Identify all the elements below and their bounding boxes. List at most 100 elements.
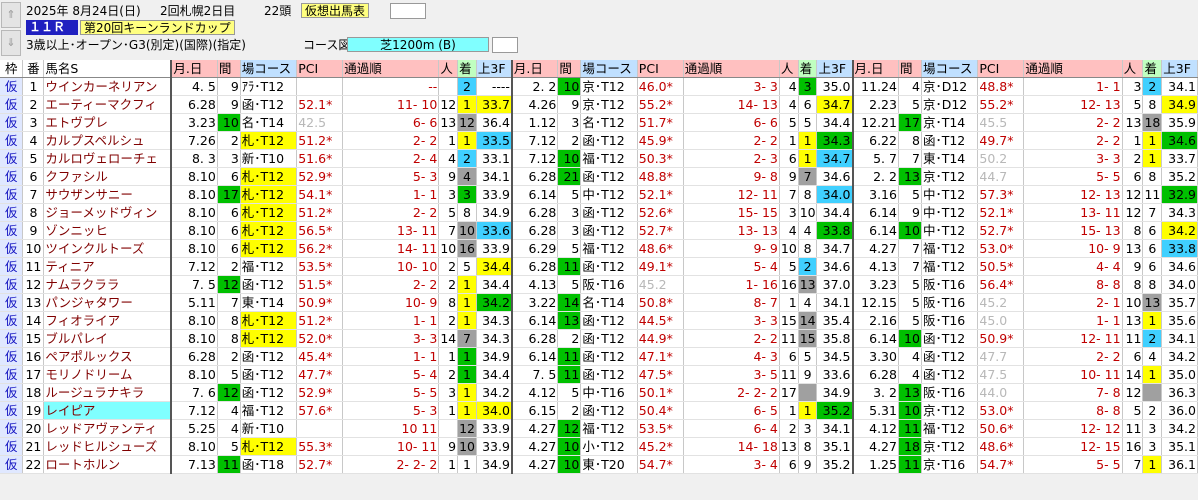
race-course: 小･T12 [580, 437, 638, 456]
table-row[interactable]: 仮 6 クファシル 8.10 6 札･T12 52.9* 5- 3 9 4 34.1 6.28 21 函･… [0, 167, 1198, 186]
pci-value: 45.0 [979, 313, 1008, 328]
horse-name[interactable]: ティニア [43, 257, 172, 276]
race-last3f: 35.2 [816, 455, 853, 474]
table-row[interactable]: 仮 22 ロートホルン 7.13 11 函･T18 52.7* 2- 2- 2 1 1 34.9 4.… [0, 455, 1198, 474]
up-arrow-icon[interactable]: ⇑ [1, 2, 21, 28]
race-ninki: 13 [1122, 239, 1144, 258]
horse-name[interactable]: レッドヒルシューズ [43, 437, 172, 456]
race-course: 名･T14 [580, 293, 638, 312]
pci-value: 50.3 [638, 151, 667, 166]
race-finish: 6 [1142, 239, 1163, 258]
race-last3f: 34.0 [1161, 275, 1198, 294]
race-pci: 51.7* [637, 113, 684, 132]
table-row[interactable]: 仮 20 レッドアヴァンティ 5.25 4 新･T10 10 11 12 33.9 4.27 12 福… [0, 419, 1198, 438]
course-map-label[interactable]: コース図 [303, 38, 350, 52]
race-finish: 4 [1142, 347, 1163, 366]
horse-name[interactable]: モリノドリーム [43, 365, 172, 384]
race-passing: 2- 2 [342, 203, 440, 222]
race-finish: 8 [798, 437, 818, 456]
race-last3f: 34.7 [816, 149, 853, 168]
table-row[interactable]: 仮 3 エトヴプレ 3.23 10 名･T14 42.5 6- 6 13 12 36.4 1.12 3 名… [0, 113, 1198, 132]
horse-name[interactable]: ツインクルトーズ [43, 239, 172, 258]
race-course: 函･T12 [240, 95, 298, 114]
horse-name[interactable]: カルプスペルシュ [43, 131, 172, 150]
table-row[interactable]: 仮 13 パンジャタワー 5.11 7 東･T14 50.9* 10- 9 8 1 34.2 3.22… [0, 293, 1198, 312]
race-pci: 57.6* [296, 401, 344, 420]
table-row[interactable]: 仮 15 ブルパレイ 8.10 8 札･T12 52.0* 3- 3 14 7 34.3 6.28 2 函… [0, 329, 1198, 348]
race-finish: 5 [798, 113, 818, 132]
race-course: 東･T14 [240, 293, 298, 312]
race-ninki: 8 [438, 293, 459, 312]
pci-value: 54.7 [979, 457, 1008, 472]
horse-name[interactable]: ナムラクララ [43, 275, 172, 294]
race-pci: 56.4* [977, 275, 1025, 294]
down-arrow-icon[interactable]: ⇓ [1, 30, 21, 56]
table-row[interactable]: 仮 17 モリノドリーム 8.10 5 函･T12 47.7* 5- 4 2 1 34.4 7. 51… [0, 365, 1198, 384]
table-row[interactable]: 仮 21 レッドヒルシューズ 8.10 5 札･T12 55.3* 10- 11 9 10 33.9… [0, 437, 1198, 456]
race-last3f: 35.8 [816, 329, 853, 348]
race-finish: 9 [798, 365, 818, 384]
horse-name[interactable]: カルロヴェローチェ [43, 149, 172, 168]
race-last3f: 34.3 [476, 311, 513, 330]
race-ninki: 9 [438, 437, 459, 456]
table-row[interactable]: 仮 14 フィオライア 8.10 8 札･T12 51.2* 1- 1 2 1 34.3 6.14 13… [0, 311, 1198, 330]
horse-name[interactable]: サウザンサニー [43, 185, 172, 204]
table-row[interactable]: 仮 8 ジョーメッドヴィン 8.10 6 札･T12 51.2* 2- 2 5 8 34.9 6.28… [0, 203, 1198, 222]
horse-name[interactable]: ブルパレイ [43, 329, 172, 348]
table-row[interactable]: 仮 9 ゾンニッヒ 8.10 6 札･T12 56.5* 13- 11 7 10 33.6 6.28 3… [0, 221, 1198, 240]
horse-name[interactable]: エトヴプレ [43, 113, 172, 132]
pci-value: 51.7 [638, 115, 667, 130]
race-pci: 45.2* [637, 437, 684, 456]
horse-name[interactable]: レッドアヴァンティ [43, 419, 172, 438]
race-ninki: 13 [438, 113, 459, 132]
table-row[interactable]: 仮 10 ツインクルトーズ 8.10 6 札･T12 56.2* 14- 11 10 16 33.9… [0, 239, 1198, 258]
horse-name[interactable]: クファシル [43, 167, 172, 186]
race-course: 札･T12 [240, 203, 298, 222]
race-ninki: 10 [779, 239, 799, 258]
horse-number: 16 [22, 347, 45, 366]
table-row[interactable]: 仮 16 ペアポルックス 6.28 2 函･T12 45.4* 1- 1 1 1 34.9 6.14 1… [0, 347, 1198, 366]
waku-cell: 仮 [0, 329, 24, 348]
horse-name[interactable]: パンジャタワー [43, 293, 172, 312]
race-finish: 1 [1142, 149, 1163, 168]
race-date: 6.14 [510, 185, 559, 204]
race-passing: 10- 9 [342, 293, 440, 312]
race-finish: 1 [457, 383, 477, 402]
race-date: 6.14 [510, 311, 559, 330]
race-finish: 1 [1142, 311, 1163, 330]
pci-value: 47.7 [979, 349, 1008, 364]
card-type-input[interactable] [390, 3, 426, 19]
table-row[interactable]: 仮 18 ルージュラナキラ 7. 6 12 函･T12 52.9* 5- 5 3 1 34.2 4.1… [0, 383, 1198, 402]
race-gap: 5 [898, 311, 922, 330]
table-row[interactable]: 仮 4 カルプスペルシュ 7.26 2 札･T12 51.2* 2- 2 1 1 33.5 7.12 2… [0, 131, 1198, 150]
pci-value: 55.2 [638, 97, 667, 112]
course-extra-input[interactable] [492, 37, 518, 53]
table-row[interactable]: 仮 5 カルロヴェローチェ 8. 3 3 新･T10 51.6* 2- 4 4 2 33.1 7.12… [0, 149, 1198, 168]
horse-name[interactable]: ロートホルン [43, 455, 172, 474]
horse-name[interactable]: ジョーメッドヴィン [43, 203, 172, 222]
race-passing: 2- 2 [1023, 131, 1123, 150]
race-gap: 11 [217, 455, 241, 474]
race-passing: 1- 1 [342, 347, 440, 366]
race-last3f: 34.0 [816, 185, 853, 204]
race-date: 6.28 [851, 365, 899, 384]
pci-value: 50.2 [979, 151, 1008, 166]
pci-value: 45.2 [638, 439, 667, 454]
horse-name[interactable]: レイピア [43, 401, 172, 420]
table-row[interactable]: 仮 1 ウインカーネリアン 4. 5 9 ｱﾗ･T12 -- 2 ---- 2. 2 10 京･T12… [0, 77, 1198, 96]
pci-mark: * [666, 79, 673, 94]
table-row[interactable]: 仮 7 サウザンサニー 8.10 17 札･T12 54.1* 1- 1 3 3 33.9 6.14 5… [0, 185, 1198, 204]
pci-mark: * [326, 331, 333, 346]
table-row[interactable]: 仮 11 ティニア 7.12 2 福･T12 53.5* 10- 10 2 5 34.4 6.28 11… [0, 257, 1198, 276]
horse-name[interactable]: ルージュラナキラ [43, 383, 172, 402]
horse-name[interactable]: ペアポルックス [43, 347, 172, 366]
pci-value: 51.2 [298, 133, 327, 148]
horse-name[interactable]: フィオライア [43, 311, 172, 330]
race-last3f: 33.9 [476, 185, 513, 204]
horse-name[interactable]: ゾンニッヒ [43, 221, 172, 240]
horse-name[interactable]: ウインカーネリアン [43, 77, 172, 96]
table-row[interactable]: 仮 12 ナムラクララ 7. 5 12 函･T12 51.5* 2- 2 2 1 34.4 4.13 5… [0, 275, 1198, 294]
table-row[interactable]: 仮 19 レイピア 7.12 4 福･T12 57.6* 5- 3 1 1 34.0 6.15 2 函･T… [0, 401, 1198, 420]
horse-name[interactable]: エーティーマクフィ [43, 95, 172, 114]
table-row[interactable]: 仮 2 エーティーマクフィ 6.28 9 函･T12 52.1* 11- 10 12 1 33.7 4… [0, 95, 1198, 114]
